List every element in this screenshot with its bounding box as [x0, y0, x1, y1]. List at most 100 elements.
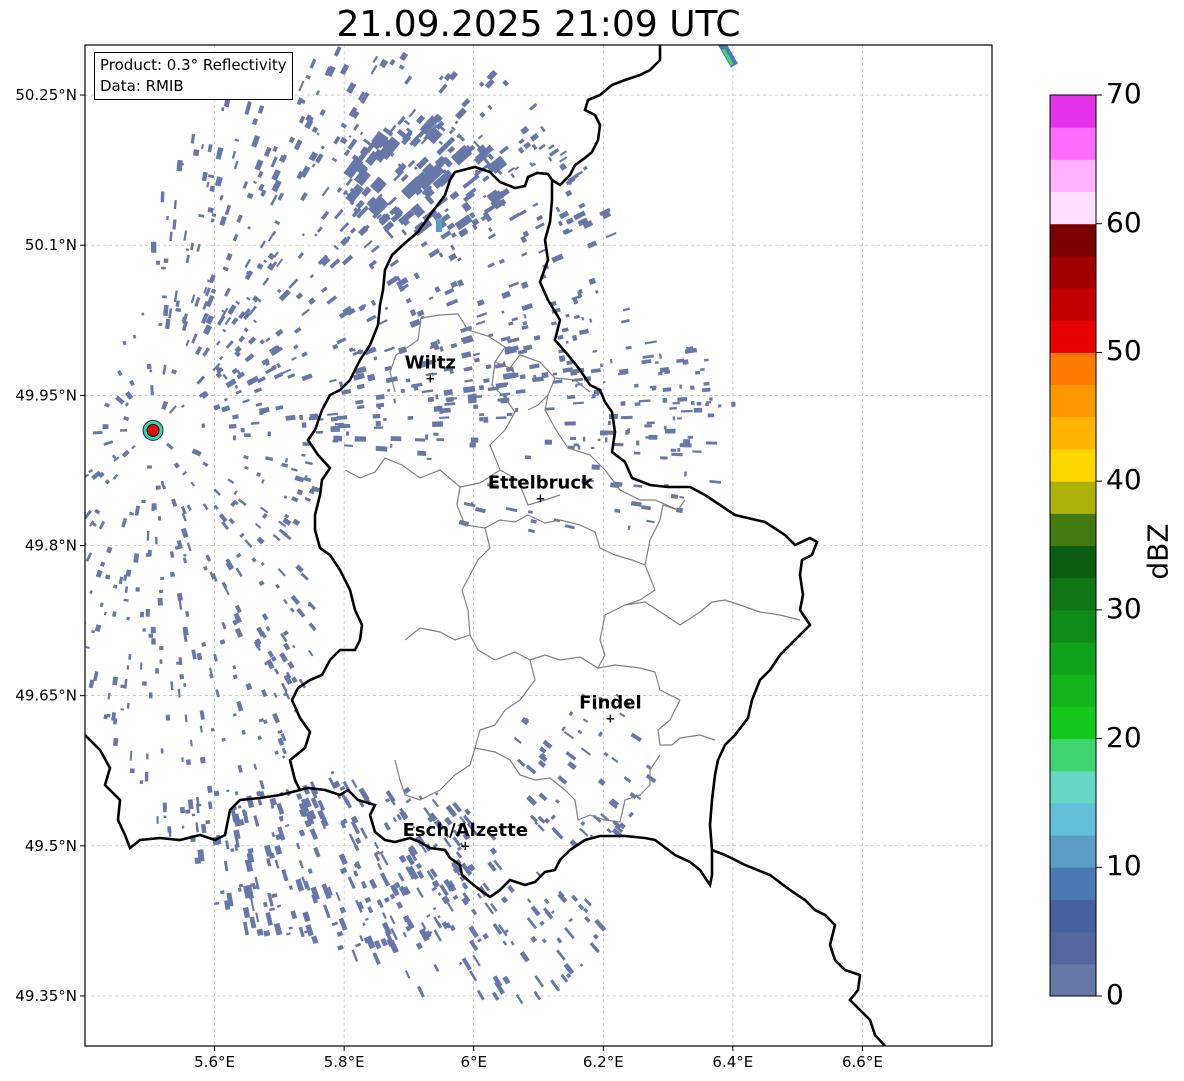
echo-cell: [599, 363, 604, 368]
echo-cell: [482, 932, 489, 940]
echo-cell: [210, 288, 217, 294]
echo-cell: [524, 455, 531, 460]
echo-cell: [438, 75, 444, 81]
echo-cell: [537, 815, 546, 824]
echo-cell: [551, 910, 555, 914]
echo-cell: [221, 405, 231, 413]
echo-cell: [228, 423, 237, 429]
echo-cell: [574, 384, 578, 388]
echo-cell: [347, 138, 358, 151]
echo-cell: [221, 107, 225, 112]
echo-cell: [161, 266, 166, 270]
echo-cell: [645, 773, 657, 784]
echo-cell: [495, 416, 507, 420]
echo-cell: [531, 143, 538, 150]
echo-cell: [289, 607, 295, 613]
echo-cell: [170, 681, 174, 691]
echo-cell: [513, 736, 522, 745]
colorbar-segment: [1050, 352, 1096, 386]
echo-cell: [267, 650, 274, 658]
colorbar-segment: [1050, 738, 1096, 772]
echo-cell: [501, 290, 511, 299]
echo-cell: [142, 628, 146, 632]
echo-cell: [580, 820, 586, 827]
echo-cell: [359, 934, 364, 942]
echo-cell: [179, 674, 185, 680]
echo-cell: [297, 252, 305, 260]
y-tick-label: 49.5°N: [25, 837, 77, 855]
echo-cell: [351, 779, 358, 789]
echo-cell: [185, 339, 190, 347]
echo-cell: [530, 935, 538, 943]
echo-cell: [244, 465, 249, 470]
echo-cell: [232, 414, 239, 420]
echo-cell: [446, 222, 456, 231]
echo-cell: [219, 355, 224, 361]
echo-cell: [124, 678, 128, 689]
echo-cell: [370, 299, 377, 307]
echo-cell: [176, 661, 182, 665]
echo-cell: [432, 907, 437, 911]
echo-cell: [253, 387, 263, 394]
echo-cell: [413, 272, 421, 280]
echo-cell: [195, 822, 199, 833]
echo-cell: [454, 120, 459, 125]
echo-cell: [578, 202, 586, 209]
echo-cell: [112, 676, 119, 686]
echo-cell: [627, 525, 631, 531]
echo-cell: [161, 295, 167, 299]
colorbar-segment: [1050, 513, 1096, 546]
colorbar-segment: [1050, 416, 1096, 450]
echo-cell: [679, 496, 685, 499]
echo-cell: [251, 135, 260, 148]
echo-cell: [122, 340, 127, 346]
echo-cell: [89, 590, 93, 595]
echo-cell: [336, 337, 347, 345]
echo-cell: [343, 444, 354, 448]
echo-cell: [206, 785, 213, 794]
echo-cell: [147, 549, 152, 557]
echo-cell: [449, 190, 460, 201]
echo-cell: [283, 674, 293, 685]
echo-cell: [161, 400, 169, 411]
echo-cell: [129, 750, 133, 761]
echo-cell: [347, 876, 356, 890]
echo-cell: [620, 318, 630, 324]
echo-cell: [528, 102, 538, 111]
echo-cell: [190, 294, 196, 304]
echo-cell: [373, 841, 380, 850]
echo-cell: [361, 186, 372, 197]
echo-cell: [258, 718, 265, 723]
echo-cell: [114, 395, 125, 405]
echo-cell: [390, 436, 402, 442]
echo-cell: [348, 347, 354, 353]
echo-cell: [112, 717, 118, 725]
echo-cell: [281, 368, 292, 375]
echo-cell: [641, 505, 651, 511]
echo-cell: [259, 240, 267, 249]
echo-cell: [223, 397, 228, 402]
echo-cell: [112, 473, 119, 480]
echo-cell: [489, 847, 498, 855]
colorbar-segment: [1050, 674, 1096, 707]
echo-cell: [486, 69, 498, 81]
colorbar-tick-label: 30: [1106, 591, 1142, 625]
echo-cell: [194, 857, 201, 864]
echo-cell: [307, 297, 316, 305]
echo-cell: [241, 729, 246, 736]
colorbar-segment: [1050, 127, 1096, 160]
echo-cell: [409, 309, 417, 317]
echo-cell: [623, 776, 632, 784]
echo-cell: [340, 122, 348, 129]
echo-cell: [594, 918, 607, 932]
echo-cell: [257, 799, 263, 806]
echo-cell: [232, 665, 237, 670]
radar-map[interactable]: +Wiltz+Ettelbruck+Findel+Esch/Alzette 5.…: [0, 0, 1184, 1081]
echo-cell: [370, 244, 380, 254]
echo-cell: [259, 506, 269, 514]
echo-cell: [200, 823, 207, 834]
echo-cell: [162, 364, 167, 375]
echo-cell: [330, 770, 335, 775]
echo-cell: [523, 141, 532, 150]
echo-cell: [309, 58, 317, 69]
